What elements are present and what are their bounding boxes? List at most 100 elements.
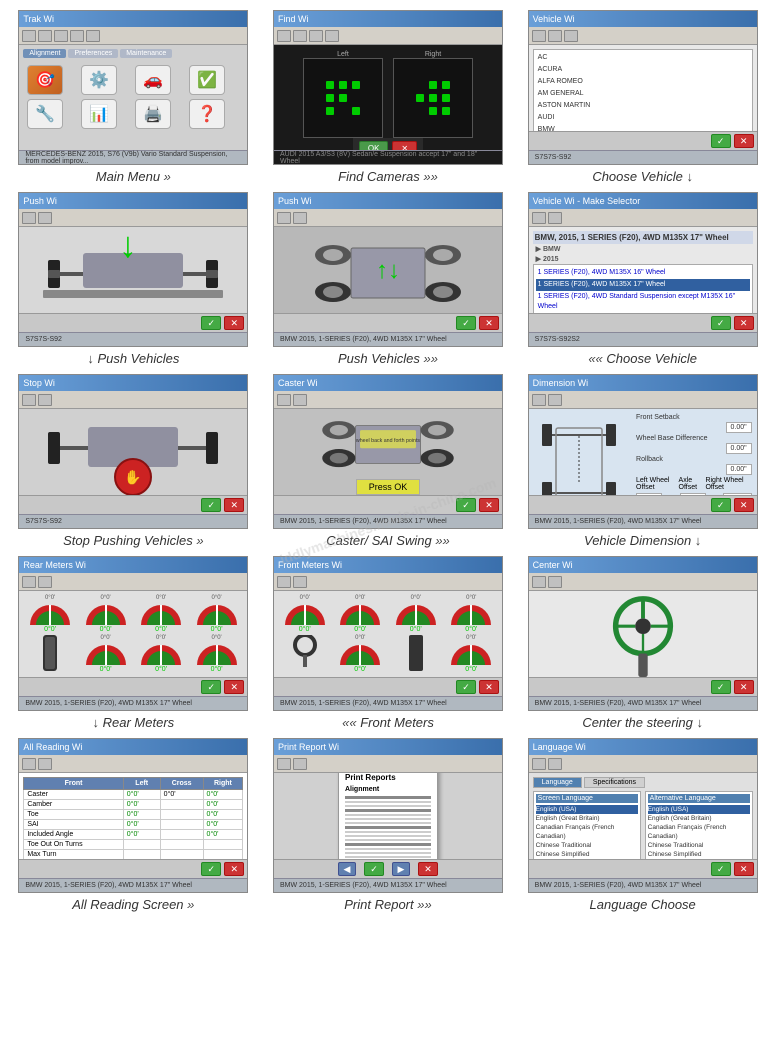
lang-item[interactable]: Canadian Français (French Canadian) xyxy=(536,823,638,841)
toolbar-btn-sp2[interactable] xyxy=(38,394,52,406)
icon-car[interactable]: 🚗 xyxy=(135,65,171,95)
confirm-btn-fm[interactable] xyxy=(456,680,476,694)
tab-language[interactable]: Language xyxy=(533,777,582,788)
icon-help[interactable]: ❓ xyxy=(189,99,225,129)
cancel-btn-vd[interactable] xyxy=(734,498,754,512)
confirm-btn-pv2[interactable] xyxy=(456,316,476,330)
toolbar-btn-5[interactable] xyxy=(86,30,100,42)
lang-item-alt[interactable]: Canadian Français (French Canadian) xyxy=(648,823,750,841)
lang-item[interactable]: English (USA) xyxy=(536,805,638,814)
toolbar-btn-fc1[interactable] xyxy=(277,30,291,42)
vehicle-item[interactable]: ASTON MARTIN xyxy=(536,100,750,112)
toolbar-btn-cs1[interactable] xyxy=(277,394,291,406)
cancel-btn-pr[interactable] xyxy=(418,862,438,876)
vehicle-item-2-selected[interactable]: 1 SERIES (F20), 4WD M135X 17" Wheel xyxy=(536,279,750,291)
vehicle-item[interactable]: AM GENERAL xyxy=(536,88,750,100)
cancel-btn-rm[interactable] xyxy=(224,680,244,694)
toolbar-btn-cst1[interactable] xyxy=(532,576,546,588)
toolbar-btn-cv2[interactable] xyxy=(548,30,562,42)
cancel-btn-fm[interactable] xyxy=(479,680,499,694)
icon-print[interactable]: 🖨️ xyxy=(135,99,171,129)
vehicle-item-2[interactable]: 1 SERIES (F20), 4WD M135X 16" Wheel xyxy=(536,267,750,279)
cancel-btn-pv1[interactable] xyxy=(224,316,244,330)
tab-alignment[interactable]: Alignment xyxy=(23,49,66,58)
cancel-btn-pv2[interactable] xyxy=(479,316,499,330)
ok-button[interactable]: OK xyxy=(359,141,389,150)
toolbar-btn-1[interactable] xyxy=(22,30,36,42)
cancel-btn-cv1[interactable] xyxy=(734,134,754,148)
cancel-btn-cv2[interactable] xyxy=(734,316,754,330)
toolbar-btn-fm2[interactable] xyxy=(293,576,307,588)
cancel-btn-cst[interactable] xyxy=(734,680,754,694)
confirm-btn-sp[interactable] xyxy=(201,498,221,512)
toolbar-btn-fc4[interactable] xyxy=(325,30,339,42)
icon-wheel[interactable]: 🎯 xyxy=(27,65,63,95)
vehicle-item[interactable]: AC xyxy=(536,52,750,64)
confirm-btn-cst[interactable] xyxy=(711,680,731,694)
vehicle-item[interactable]: ACURA xyxy=(536,64,750,76)
toolbar-btn-cv1[interactable] xyxy=(532,30,546,42)
cancel-btn-cs[interactable] xyxy=(479,498,499,512)
cancel-btn-sp[interactable] xyxy=(224,498,244,512)
confirm-btn-pv1[interactable] xyxy=(201,316,221,330)
lang-item-alt[interactable]: English (Great Britain) xyxy=(648,814,750,823)
vehicle-list-2[interactable]: 1 SERIES (F20), 4WD M135X 16" Wheel 1 SE… xyxy=(533,264,753,313)
lang-item[interactable]: Chinese Simplified xyxy=(536,850,638,859)
cancel-btn-lc[interactable] xyxy=(734,862,754,876)
toolbar-btn-fc3[interactable] xyxy=(309,30,323,42)
toolbar-btn-2[interactable] xyxy=(38,30,52,42)
tab-specifications[interactable]: Specifications xyxy=(584,777,645,788)
confirm-btn-vd[interactable] xyxy=(711,498,731,512)
toolbar-btn-cst2[interactable] xyxy=(548,576,562,588)
vehicle-item[interactable]: AUDI xyxy=(536,112,750,124)
tab-maintenance[interactable]: Maintenance xyxy=(120,49,172,58)
icon-check[interactable]: ✅ xyxy=(189,65,225,95)
confirm-btn-ar[interactable] xyxy=(201,862,221,876)
confirm-btn-cv2[interactable] xyxy=(711,316,731,330)
toolbar-btn-cv21[interactable] xyxy=(532,212,546,224)
toolbar-btn-pr2[interactable] xyxy=(293,758,307,770)
toolbar-btn-pv22[interactable] xyxy=(293,212,307,224)
toolbar-btn-4[interactable] xyxy=(70,30,84,42)
vehicle-list[interactable]: AC ACURA ALFA ROMEO AM GENERAL ASTON MAR… xyxy=(533,49,753,131)
toolbar-btn-rm1[interactable] xyxy=(22,576,36,588)
confirm-btn-cs[interactable] xyxy=(456,498,476,512)
icon-chart[interactable]: 📊 xyxy=(81,99,117,129)
prev-btn-pr[interactable]: ◀ xyxy=(338,862,356,876)
lang-item-alt[interactable]: English (USA) xyxy=(648,805,750,814)
vehicle-item-2[interactable]: 1 SERIES (F20), 4WD Standard Suspension … xyxy=(536,291,750,313)
toolbar-btn-ar1[interactable] xyxy=(22,758,36,770)
toolbar-btn-pv21[interactable] xyxy=(277,212,291,224)
lang-item[interactable]: English (Great Britain) xyxy=(536,814,638,823)
cancel-button[interactable]: ✕ xyxy=(392,141,417,150)
icon-settings[interactable]: ⚙️ xyxy=(81,65,117,95)
toolbar-btn-vd2[interactable] xyxy=(548,394,562,406)
toolbar-btn-lc2[interactable] xyxy=(548,758,562,770)
confirm-btn-pr[interactable] xyxy=(364,862,384,876)
toolbar-btn-lc1[interactable] xyxy=(532,758,546,770)
confirm-btn-cv1[interactable] xyxy=(711,134,731,148)
toolbar-btn-sp1[interactable] xyxy=(22,394,36,406)
lang-item[interactable]: Chinese Traditional xyxy=(536,841,638,850)
toolbar-btn-vd1[interactable] xyxy=(532,394,546,406)
confirm-btn-rm[interactable] xyxy=(201,680,221,694)
confirm-btn-lc[interactable] xyxy=(711,862,731,876)
icon-tool[interactable]: 🔧 xyxy=(27,99,63,129)
next-btn-pr[interactable]: ▶ xyxy=(392,862,410,876)
toolbar-btn-cv3[interactable] xyxy=(564,30,578,42)
toolbar-btn-fc2[interactable] xyxy=(293,30,307,42)
toolbar-btn-cv22[interactable] xyxy=(548,212,562,224)
toolbar-btn-pv2[interactable] xyxy=(38,212,52,224)
vehicle-item[interactable]: ALFA ROMEO xyxy=(536,76,750,88)
toolbar-btn-3[interactable] xyxy=(54,30,68,42)
lang-item-alt[interactable]: Chinese Simplified xyxy=(648,850,750,859)
lang-item-alt[interactable]: Chinese Traditional xyxy=(648,841,750,850)
toolbar-btn-fm1[interactable] xyxy=(277,576,291,588)
toolbar-btn-cs2[interactable] xyxy=(293,394,307,406)
toolbar-btn-pr1[interactable] xyxy=(277,758,291,770)
toolbar-btn-pv1[interactable] xyxy=(22,212,36,224)
tab-preferences[interactable]: Preferences xyxy=(68,49,118,58)
toolbar-btn-ar2[interactable] xyxy=(38,758,52,770)
cancel-btn-ar[interactable] xyxy=(224,862,244,876)
toolbar-btn-rm2[interactable] xyxy=(38,576,52,588)
